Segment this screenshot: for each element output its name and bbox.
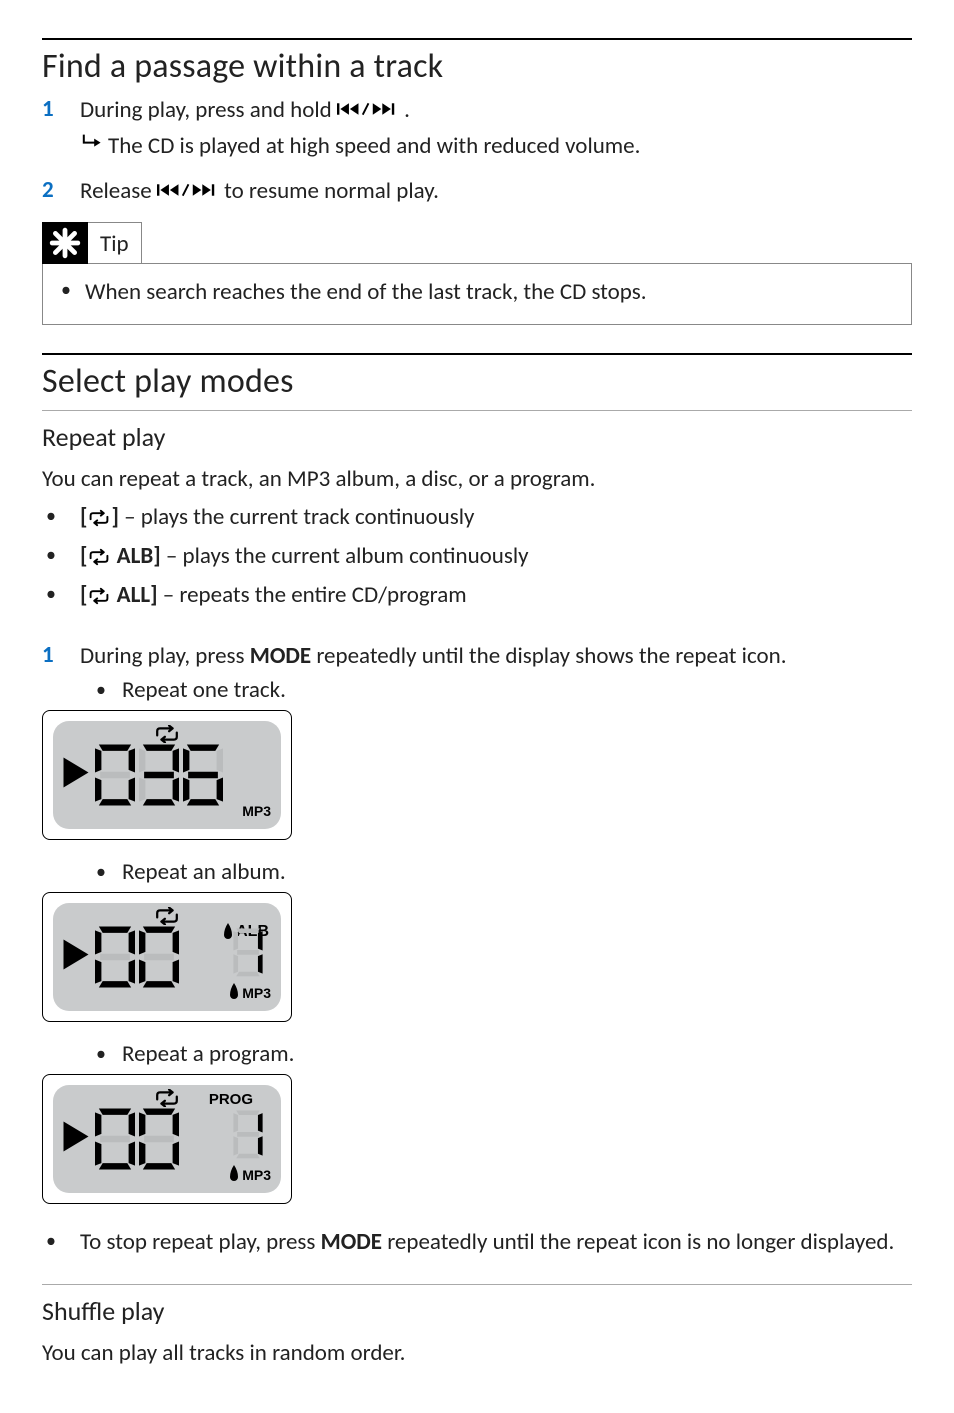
text: ]	[111, 503, 118, 531]
bullet-dot: •	[80, 676, 122, 704]
text: ALL	[111, 581, 150, 609]
paragraph: You can repeat a track, an MP3 album, a …	[42, 465, 912, 493]
list-item: • [] – plays the current track continuou…	[42, 501, 912, 536]
tip-box: Tip • When search reaches the end of the…	[42, 222, 912, 325]
text: Repeat an album.	[122, 858, 286, 886]
section-title: Find a passage within a track	[42, 46, 912, 87]
list-item: 2 Release to resume normal play.	[42, 176, 912, 208]
lcd-illustration-album: ALB MP3	[42, 892, 292, 1022]
paragraph: You can play all tracks in random order.	[42, 1339, 912, 1367]
step-text: During play, press and hold .	[80, 95, 912, 127]
sub-item: • Repeat an album.	[80, 858, 912, 886]
ordered-list: 1 During play, press and hold . The CD i…	[42, 95, 912, 208]
subsection-title: Repeat play	[42, 421, 912, 453]
step-number: 2	[42, 176, 80, 204]
play-icon	[63, 939, 89, 974]
lcd-mp3-label: MP3	[229, 983, 271, 1001]
result-row: The CD is played at high speed and with …	[80, 131, 912, 162]
repeat-icon	[87, 504, 111, 536]
text: Repeat one track.	[122, 676, 286, 704]
lcd-track-digit	[233, 928, 263, 981]
play-icon	[63, 757, 89, 792]
prev-next-icon	[157, 177, 219, 208]
bullet-list: • [] – plays the current track continuou…	[42, 501, 912, 615]
bullet-dot: •	[80, 1040, 122, 1068]
lcd-digits	[95, 744, 223, 806]
sub-item: • Repeat one track.	[80, 676, 912, 704]
text: ALB	[111, 542, 153, 570]
repeat-icon	[87, 543, 111, 575]
subsection-title: Shuffle play	[42, 1295, 912, 1327]
bullet-dot: •	[61, 278, 85, 302]
text: Repeat a program.	[122, 1040, 294, 1068]
lcd-digits	[95, 1108, 179, 1170]
text: repeatedly until the repeat icon is no l…	[382, 1228, 894, 1256]
text: [	[80, 542, 87, 570]
lcd-mp3-label: MP3	[229, 1165, 271, 1183]
text: During play, press and hold	[80, 96, 337, 124]
tip-label: Tip	[88, 222, 142, 264]
bullet-dot: •	[42, 579, 80, 609]
text: – repeats the entire CD/program	[158, 581, 467, 609]
text: repeatedly until the display shows the r…	[311, 642, 786, 670]
text: ]	[153, 542, 160, 570]
play-icon	[63, 1121, 89, 1156]
text: ]	[150, 581, 157, 609]
list-item: 1 During play, press MODE repeatedly unt…	[42, 641, 912, 672]
step-text: During play, press MODE repeatedly until…	[80, 641, 912, 672]
tip-icon	[42, 222, 88, 264]
tip-text: When search reaches the end of the last …	[85, 278, 647, 306]
step-number: 1	[42, 95, 80, 123]
prev-next-icon	[337, 96, 399, 127]
text: [	[80, 581, 87, 609]
result-arrow-icon	[80, 131, 108, 155]
bullet-dot: •	[42, 540, 80, 570]
sub-item: • Repeat a program.	[80, 1040, 912, 1068]
lcd-prog-label: PROG	[209, 1091, 253, 1108]
text: to resume normal play.	[224, 177, 439, 205]
text: – plays the current track continuously	[119, 503, 474, 531]
text: [	[80, 503, 87, 531]
bullet-list: • To stop repeat play, press MODE repeat…	[42, 1226, 912, 1258]
lcd-illustration-program: PROG MP3	[42, 1074, 292, 1204]
repeat-icon	[87, 582, 111, 614]
lcd-mp3-label: MP3	[242, 803, 271, 819]
mode-button-label: MODE	[250, 642, 311, 670]
text: To stop repeat play, press	[80, 1228, 321, 1256]
result-text: The CD is played at high speed and with …	[108, 131, 640, 162]
bullet-dot: •	[42, 1226, 80, 1256]
section-title: Select play modes	[42, 361, 912, 402]
step-number: 1	[42, 641, 80, 669]
bullet-dot: •	[80, 858, 122, 886]
lcd-digits	[95, 926, 179, 988]
step-text: Release to resume normal play.	[80, 176, 912, 208]
text: Release	[80, 177, 157, 205]
text: – plays the current album continuously	[161, 542, 529, 570]
mode-button-label: MODE	[321, 1228, 382, 1256]
lcd-track-digit	[233, 1110, 263, 1163]
text: .	[404, 96, 410, 124]
bullet-dot: •	[42, 501, 80, 531]
list-item: • To stop repeat play, press MODE repeat…	[42, 1226, 912, 1258]
list-item: 1 During play, press and hold .	[42, 95, 912, 127]
text: During play, press	[80, 642, 250, 670]
ordered-list: 1 During play, press MODE repeatedly unt…	[42, 641, 912, 1204]
list-item: • [ ALB] – plays the current album conti…	[42, 540, 912, 575]
list-item: • [ ALL] – repeats the entire CD/program	[42, 579, 912, 614]
lcd-illustration-track: MP3	[42, 710, 292, 840]
